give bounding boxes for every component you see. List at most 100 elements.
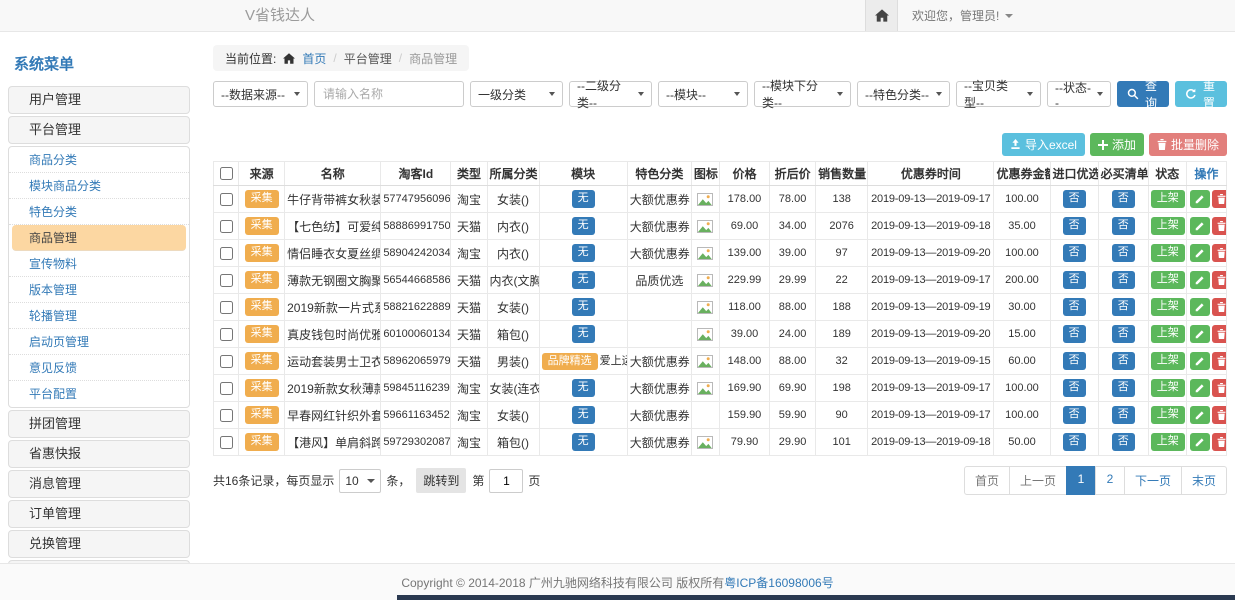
status-toggle[interactable]: 上架 <box>1151 244 1185 261</box>
status-toggle[interactable]: 上架 <box>1151 433 1185 450</box>
module-select[interactable]: --模块-- <box>658 81 748 107</box>
sidebar-section-item[interactable]: 用户管理 <box>8 86 190 114</box>
must-buy-toggle[interactable]: 否 <box>1112 406 1135 423</box>
page-button[interactable]: 上一页 <box>1009 466 1067 495</box>
module-sub-category-select[interactable]: --模块下分类-- <box>754 81 851 107</box>
import-optional-toggle[interactable]: 否 <box>1063 406 1086 423</box>
delete-button[interactable] <box>1212 298 1227 316</box>
must-buy-toggle[interactable]: 否 <box>1112 244 1135 261</box>
sidebar-sub-item[interactable]: 特色分类 <box>9 199 189 225</box>
import-optional-toggle[interactable]: 否 <box>1063 433 1086 450</box>
sidebar-sub-item[interactable]: 宣传物料 <box>9 251 189 277</box>
status-toggle[interactable]: 上架 <box>1151 190 1185 207</box>
breadcrumb-home-link[interactable]: 首页 <box>302 50 326 67</box>
edit-button[interactable] <box>1190 379 1210 397</box>
import-optional-toggle[interactable]: 否 <box>1063 244 1086 261</box>
level1-category-select[interactable]: 一级分类 <box>470 81 563 107</box>
level2-category-select[interactable]: --二级分类-- <box>569 81 652 107</box>
sidebar-sub-item[interactable]: 启动页管理 <box>9 329 189 355</box>
delete-button[interactable] <box>1212 217 1227 235</box>
import-excel-button[interactable]: 导入excel <box>1002 133 1085 156</box>
row-checkbox[interactable] <box>220 328 233 341</box>
row-checkbox[interactable] <box>220 436 233 449</box>
status-toggle[interactable]: 上架 <box>1151 379 1185 396</box>
page-button[interactable]: 1 <box>1066 466 1096 495</box>
import-optional-toggle[interactable]: 否 <box>1063 325 1086 342</box>
sidebar-sub-item[interactable]: 轮播管理 <box>9 303 189 329</box>
edit-button[interactable] <box>1190 352 1210 370</box>
import-optional-toggle[interactable]: 否 <box>1063 379 1086 396</box>
must-buy-toggle[interactable]: 否 <box>1112 352 1135 369</box>
sidebar-sub-item[interactable]: 商品管理 <box>12 225 186 251</box>
jump-button[interactable]: 跳转到 <box>416 468 466 493</box>
row-checkbox[interactable] <box>220 382 233 395</box>
status-toggle[interactable]: 上架 <box>1151 352 1185 369</box>
sidebar-section-item[interactable]: 平台管理 <box>8 116 190 144</box>
page-button[interactable]: 下一页 <box>1124 466 1182 495</box>
sidebar-section-item[interactable]: 拼团管理 <box>8 410 190 438</box>
delete-button[interactable] <box>1212 352 1227 370</box>
sidebar-sub-item[interactable]: 意见反馈 <box>9 355 189 381</box>
icp-link[interactable]: 粤ICP备16098006号 <box>724 574 833 591</box>
row-checkbox[interactable] <box>220 409 233 422</box>
home-button[interactable] <box>865 0 898 31</box>
data-source-select[interactable]: --数据来源-- <box>213 81 308 107</box>
status-select[interactable]: --状态-- <box>1047 81 1111 107</box>
item-type-select[interactable]: --宝贝类型-- <box>956 81 1041 107</box>
must-buy-toggle[interactable]: 否 <box>1112 325 1135 342</box>
edit-button[interactable] <box>1190 325 1210 343</box>
sidebar-sub-item[interactable]: 版本管理 <box>9 277 189 303</box>
edit-button[interactable] <box>1190 298 1210 316</box>
sidebar-sub-item[interactable]: 平台配置 <box>9 381 189 407</box>
edit-button[interactable] <box>1190 433 1210 451</box>
import-optional-toggle[interactable]: 否 <box>1063 298 1086 315</box>
delete-button[interactable] <box>1212 433 1227 451</box>
edit-button[interactable] <box>1190 217 1210 235</box>
edit-button[interactable] <box>1190 244 1210 262</box>
import-optional-toggle[interactable]: 否 <box>1063 271 1086 288</box>
add-button[interactable]: 添加 <box>1090 133 1144 156</box>
batch-delete-button[interactable]: 批量删除 <box>1149 133 1227 156</box>
import-optional-toggle[interactable]: 否 <box>1063 352 1086 369</box>
row-checkbox[interactable] <box>220 193 233 206</box>
status-toggle[interactable]: 上架 <box>1151 406 1185 423</box>
row-checkbox[interactable] <box>220 301 233 314</box>
row-checkbox[interactable] <box>220 247 233 260</box>
delete-button[interactable] <box>1212 406 1227 424</box>
edit-button[interactable] <box>1190 190 1210 208</box>
special-category-select[interactable]: --特色分类-- <box>857 81 950 107</box>
name-input[interactable] <box>314 81 464 107</box>
per-page-select[interactable]: 10 <box>339 469 381 493</box>
select-all-checkbox[interactable] <box>220 167 233 180</box>
edit-button[interactable] <box>1190 271 1210 289</box>
must-buy-toggle[interactable]: 否 <box>1112 190 1135 207</box>
import-optional-toggle[interactable]: 否 <box>1063 190 1086 207</box>
delete-button[interactable] <box>1212 379 1227 397</box>
must-buy-toggle[interactable]: 否 <box>1112 271 1135 288</box>
must-buy-toggle[interactable]: 否 <box>1112 298 1135 315</box>
sidebar-sub-item[interactable]: 模块商品分类 <box>9 173 189 199</box>
edit-button[interactable] <box>1190 406 1210 424</box>
sidebar-section-item[interactable]: 省惠快报 <box>8 440 190 468</box>
search-button[interactable]: 查询 <box>1117 81 1169 107</box>
page-button[interactable]: 末页 <box>1181 466 1227 495</box>
status-toggle[interactable]: 上架 <box>1151 298 1185 315</box>
delete-button[interactable] <box>1212 325 1227 343</box>
page-button[interactable]: 2 <box>1095 466 1125 495</box>
row-checkbox[interactable] <box>220 220 233 233</box>
delete-button[interactable] <box>1212 190 1227 208</box>
status-toggle[interactable]: 上架 <box>1151 325 1185 342</box>
sidebar-sub-item[interactable]: 商品分类 <box>9 147 189 173</box>
page-button[interactable]: 首页 <box>964 466 1010 495</box>
user-menu[interactable]: 欢迎您，管理员! <box>898 0 1027 31</box>
must-buy-toggle[interactable]: 否 <box>1112 433 1135 450</box>
row-checkbox[interactable] <box>220 274 233 287</box>
sidebar-section-item[interactable]: 兑换管理 <box>8 530 190 558</box>
sidebar-section-item[interactable]: 消息管理 <box>8 470 190 498</box>
status-toggle[interactable]: 上架 <box>1151 271 1185 288</box>
delete-button[interactable] <box>1212 244 1227 262</box>
must-buy-toggle[interactable]: 否 <box>1112 217 1135 234</box>
page-number-input[interactable] <box>489 469 523 493</box>
reset-button[interactable]: 重置 <box>1175 81 1227 107</box>
row-checkbox[interactable] <box>220 355 233 368</box>
